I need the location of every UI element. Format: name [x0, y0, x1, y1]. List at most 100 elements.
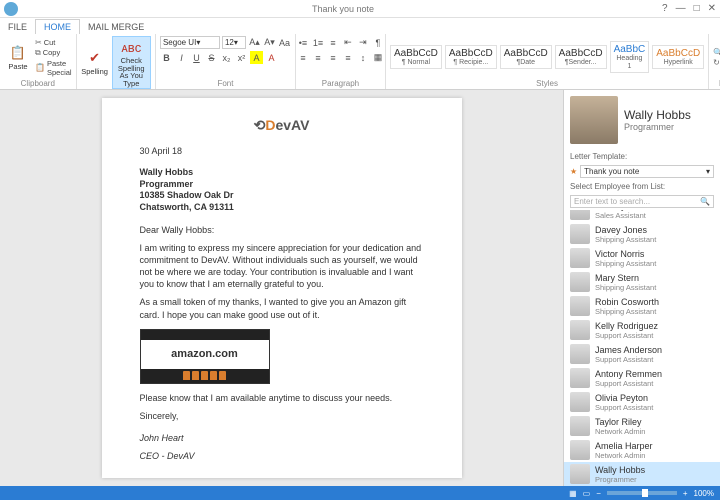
signature-title: CEO - DevAV — [140, 450, 424, 462]
letter-date: 30 April 18 — [140, 145, 424, 157]
style-item[interactable]: AaBbCHeading 1 — [610, 41, 650, 73]
view-read-icon[interactable]: ▭ — [583, 489, 591, 498]
indent-icon[interactable]: ⇥ — [356, 36, 369, 49]
avatar — [570, 248, 590, 268]
style-item[interactable]: AaBbCcD¶ Recipie... — [445, 45, 497, 70]
shrink-font-icon[interactable]: A▾ — [263, 36, 276, 49]
paste-special-button[interactable]: 📋Paste Special — [35, 59, 72, 77]
numbering-icon[interactable]: 1≡ — [311, 36, 324, 49]
style-item[interactable]: AaBbCcD¶ Normal — [390, 45, 442, 70]
check-spelling-button[interactable]: ᴀʙᴄCheck Spelling As You Type — [112, 36, 151, 89]
avatar — [570, 320, 590, 340]
gift-card-image: amazon.com — [140, 329, 270, 384]
replace-button[interactable]: ↻Replace — [713, 58, 720, 67]
align-left-icon[interactable]: ≡ — [296, 51, 309, 64]
employee-role: Programmer — [624, 122, 714, 132]
find-button[interactable]: 🔍Find — [713, 48, 720, 57]
tab-mailmerge[interactable]: MAIL MERGE — [80, 20, 152, 34]
zoom-slider[interactable] — [607, 491, 677, 495]
copy-button[interactable]: ⧉Copy — [35, 48, 72, 58]
font-size-select[interactable]: 12 ▾ — [222, 36, 246, 49]
avatar — [570, 272, 590, 292]
underline-icon[interactable]: U — [190, 51, 203, 64]
employee-item[interactable]: Antony RemmenSupport Assistant — [564, 366, 720, 390]
employee-list-label: Select Employee from List: — [564, 180, 720, 193]
employee-item[interactable]: Davey JonesShipping Assistant — [564, 222, 720, 246]
superscript-icon[interactable]: x² — [235, 51, 248, 64]
zoom-in-icon[interactable]: + — [683, 489, 688, 498]
zoom-level[interactable]: 100% — [694, 489, 714, 498]
style-item[interactable]: AaBbCcD¶Date — [500, 45, 552, 70]
group-styles: AaBbCcD¶ NormalAaBbCcD¶ Recipie...AaBbCc… — [386, 34, 709, 89]
avatar — [570, 416, 590, 436]
help-icon[interactable]: ? — [662, 3, 668, 14]
search-icon: 🔍 — [700, 197, 710, 206]
avatar — [570, 440, 590, 460]
avatar — [570, 344, 590, 364]
italic-icon[interactable]: I — [175, 51, 188, 64]
bold-icon[interactable]: B — [160, 51, 173, 64]
show-marks-icon[interactable]: ¶ — [371, 36, 384, 49]
minimize-icon[interactable]: — — [676, 3, 686, 14]
employee-item[interactable]: Wally HobbsProgrammer — [564, 462, 720, 486]
employee-item[interactable]: Sammy HillSales Assistant — [564, 210, 720, 222]
align-right-icon[interactable]: ≡ — [326, 51, 339, 64]
document-area[interactable]: ⟲DevAV 30 April 18 Wally Hobbs Programme… — [0, 90, 563, 486]
employee-item[interactable]: Victor NorrisShipping Assistant — [564, 246, 720, 270]
style-item[interactable]: AaBbCcD¶Sender... — [555, 45, 607, 70]
employee-item[interactable]: Taylor RileyNetwork Admin — [564, 414, 720, 438]
chevron-down-icon: ▾ — [706, 167, 710, 176]
font-color-icon[interactable]: A — [265, 51, 278, 64]
avatar — [570, 296, 590, 316]
view-print-icon[interactable]: ▦ — [569, 489, 577, 498]
ribbon: 📋Paste ✂Cut ⧉Copy 📋Paste Special Clipboa… — [0, 34, 720, 90]
font-family-select[interactable]: Segoe UI ▾ — [160, 36, 220, 49]
document-page: ⟲DevAV 30 April 18 Wally Hobbs Programme… — [102, 98, 462, 478]
company-logo: ⟲DevAV — [140, 116, 424, 135]
status-bar: ▦ ▭ − + 100% — [0, 486, 720, 500]
align-center-icon[interactable]: ≡ — [311, 51, 324, 64]
spelling-button[interactable]: ✔Spelling — [81, 48, 109, 77]
employee-item[interactable]: Mary SternShipping Assistant — [564, 270, 720, 294]
employee-item[interactable]: Olivia PeytonSupport Assistant — [564, 390, 720, 414]
signature-name: John Heart — [140, 432, 424, 444]
cut-button[interactable]: ✂Cut — [35, 38, 72, 47]
recipient-address: Wally Hobbs Programmer 10385 Shadow Oak … — [140, 167, 424, 214]
shading-icon[interactable]: ▦ — [371, 51, 384, 64]
window-title: Thank you note — [24, 4, 662, 14]
multilevel-icon[interactable]: ≡ — [326, 36, 339, 49]
employee-item[interactable]: Kelly RodriguezSupport Assistant — [564, 318, 720, 342]
employee-list[interactable]: Sammy HillSales AssistantDavey JonesShip… — [564, 210, 720, 486]
outdent-icon[interactable]: ⇤ — [341, 36, 354, 49]
subscript-icon[interactable]: x₂ — [220, 51, 233, 64]
zoom-out-icon[interactable]: − — [596, 489, 601, 498]
close-icon[interactable]: ✕ — [708, 3, 716, 14]
style-item[interactable]: AaBbCcDHyperlink — [652, 45, 704, 70]
template-select[interactable]: Thank you note▾ — [580, 165, 714, 178]
employee-item[interactable]: James AndersonSupport Assistant — [564, 342, 720, 366]
search-input[interactable]: Enter text to search...🔍 — [570, 195, 714, 208]
line-spacing-icon[interactable]: ↕ — [356, 51, 369, 64]
bullets-icon[interactable]: •≡ — [296, 36, 309, 49]
tab-home[interactable]: HOME — [35, 19, 80, 34]
change-case-icon[interactable]: Aa — [278, 36, 291, 49]
app-icon — [4, 2, 18, 16]
template-label: Letter Template: — [570, 152, 627, 161]
avatar — [570, 464, 590, 484]
group-font: Segoe UI ▾ 12 ▾ A▴ A▾ Aa B I U S x₂ x² A… — [156, 34, 296, 89]
side-panel: Wally Hobbs Programmer Letter Template: … — [563, 90, 720, 486]
avatar — [570, 210, 590, 220]
tab-file[interactable]: FILE — [0, 20, 35, 34]
paste-button[interactable]: 📋Paste — [4, 43, 32, 72]
employee-item[interactable]: Amelia HarperNetwork Admin — [564, 438, 720, 462]
avatar — [570, 392, 590, 412]
greeting: Dear Wally Hobbs: — [140, 224, 424, 236]
strike-icon[interactable]: S — [205, 51, 218, 64]
justify-icon[interactable]: ≡ — [341, 51, 354, 64]
maximize-icon[interactable]: □ — [694, 3, 700, 14]
avatar — [570, 368, 590, 388]
highlight-icon[interactable]: A — [250, 51, 263, 64]
grow-font-icon[interactable]: A▴ — [248, 36, 261, 49]
employee-item[interactable]: Robin CosworthShipping Assistant — [564, 294, 720, 318]
body-p3: Please know that I am available anytime … — [140, 392, 424, 404]
